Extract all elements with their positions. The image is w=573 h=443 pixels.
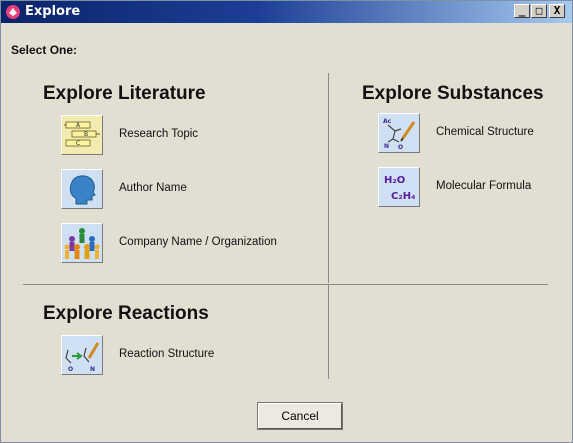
horizontal-divider: [23, 284, 548, 285]
author-name-label: Author Name: [119, 182, 187, 194]
restore-button[interactable]: □: [531, 4, 547, 18]
author-name-option[interactable]: Author Name: [61, 169, 281, 211]
formula-line-1: H₂O: [384, 175, 405, 186]
organization-icon: [61, 223, 103, 263]
svg-text:Ac: Ac: [383, 118, 392, 125]
reaction-structure-option[interactable]: O N Reaction Structure: [61, 335, 281, 377]
title-bar[interactable]: Explore _ □ X: [1, 1, 572, 23]
company-name-option[interactable]: Company Name / Organization: [61, 223, 311, 265]
vertical-divider-bottom: [328, 285, 329, 379]
molecular-formula-option[interactable]: H₂O C₂H₄ Molecular Formula: [378, 167, 558, 209]
svg-text:O: O: [398, 144, 403, 151]
reaction-structure-label: Reaction Structure: [119, 348, 215, 360]
minimize-button[interactable]: _: [514, 4, 530, 18]
explore-literature-title: Explore Literature: [43, 83, 206, 104]
explore-reactions-title: Explore Reactions: [43, 303, 209, 324]
svg-text:O: O: [68, 366, 73, 373]
molecular-formula-icon: H₂O C₂H₄: [378, 167, 420, 207]
formula-line-2: C₂H₄: [391, 191, 415, 202]
author-head-icon: [61, 169, 103, 209]
chemical-structure-option[interactable]: Ac N O Chemical Structure: [378, 113, 558, 155]
app-logo-icon: [6, 5, 20, 19]
research-topic-option[interactable]: A B C Research Topic: [61, 115, 281, 157]
research-topic-icon: A B C: [61, 115, 103, 155]
reaction-structure-icon: O N: [61, 335, 103, 375]
select-one-label: Select One:: [11, 43, 78, 57]
molecular-formula-label: Molecular Formula: [436, 180, 532, 192]
chemical-structure-icon: Ac N O: [378, 113, 420, 153]
svg-text:N: N: [90, 366, 95, 373]
explore-dialog: Explore _ □ X Select One: Explore Litera…: [0, 0, 573, 443]
cancel-button[interactable]: Cancel: [257, 402, 343, 430]
window-title: Explore: [25, 4, 81, 19]
svg-text:C: C: [76, 140, 80, 147]
close-button[interactable]: X: [549, 4, 565, 18]
chemical-structure-label: Chemical Structure: [436, 126, 534, 138]
vertical-divider-top: [328, 73, 329, 283]
svg-text:B: B: [84, 131, 88, 138]
explore-substances-title: Explore Substances: [362, 83, 544, 104]
company-name-label: Company Name / Organization: [119, 236, 277, 248]
svg-text:N: N: [384, 143, 389, 150]
research-topic-label: Research Topic: [119, 128, 199, 140]
